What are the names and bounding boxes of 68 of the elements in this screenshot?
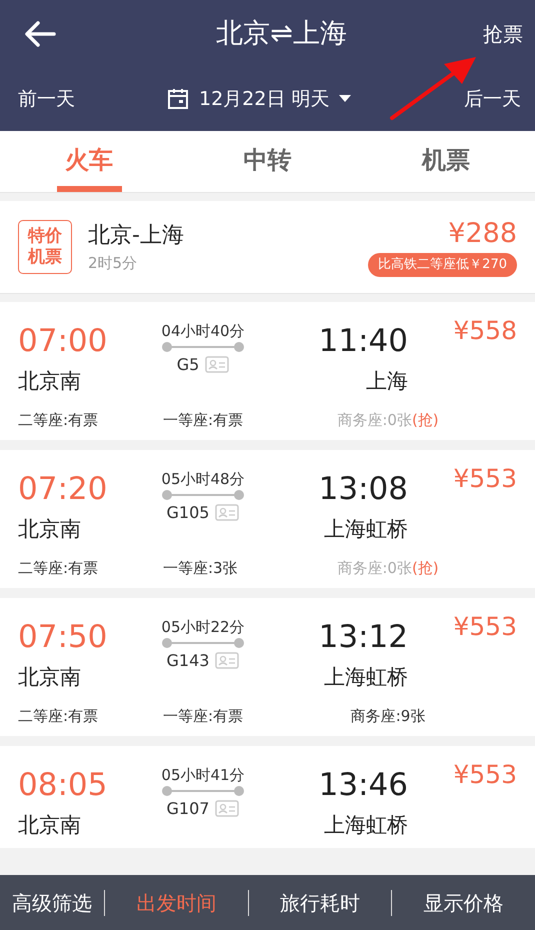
seat-availability: 商务座:0张 <box>337 558 412 578</box>
depart-station: 北京南 <box>18 368 82 394</box>
train-card[interactable]: 07:50 北京南 05小时22分 G143 13:12 上海虹桥 ¥553 二等座:有票 一等座:有票 商务座:9张 <box>0 598 535 736</box>
flight-route: 北京-上海 <box>88 222 184 250</box>
seat-availability: 二等座:有票 <box>18 411 98 429</box>
depart-station: 北京南 <box>18 812 82 838</box>
id-card-icon <box>215 800 240 817</box>
travel-duration: 04小时40分 <box>161 322 245 340</box>
arrive-station: 上海虹桥 <box>324 516 408 542</box>
train-number: G5 <box>176 355 200 374</box>
route-line-icon <box>161 785 245 797</box>
category-tab[interactable]: 中转 <box>178 131 357 192</box>
seat-availability: 商务座:0张 <box>337 410 412 430</box>
calendar-icon <box>167 88 189 110</box>
depart-station: 北京南 <box>18 516 82 542</box>
depart-time: 07:20 <box>18 470 108 508</box>
seat-availability: 二等座:有票 <box>18 707 98 725</box>
ticket-price: ¥553 <box>452 464 517 494</box>
saving-tag: 比高铁二等座低￥270 <box>368 253 517 277</box>
train-number: G105 <box>166 503 210 522</box>
arrive-time: 13:46 <box>318 766 408 804</box>
seat-availability: 一等座:3张 <box>163 559 238 577</box>
flight-offer-card[interactable]: 特价机票 北京-上海 2时5分 ¥288 比高铁二等座低￥270 <box>0 201 535 294</box>
arrive-station: 上海虹桥 <box>324 664 408 690</box>
id-card-icon <box>205 356 230 373</box>
ticket-price: ¥558 <box>452 316 517 346</box>
depart-time: 07:50 <box>18 618 108 656</box>
train-card[interactable]: 08:05 北京南 05小时41分 G107 13:46 上海虹桥 ¥553 <box>0 746 535 848</box>
dropdown-caret-icon <box>339 95 352 103</box>
depart-time: 08:05 <box>18 766 108 804</box>
travel-duration: 05小时48分 <box>161 470 245 488</box>
id-card-icon <box>215 504 240 521</box>
arrive-station: 上海虹桥 <box>324 812 408 838</box>
train-number: G107 <box>166 799 210 818</box>
sort-option[interactable]: 高级筛选 <box>0 888 104 918</box>
travel-duration: 05小时22分 <box>161 618 245 636</box>
category-tab[interactable]: 机票 <box>356 131 535 192</box>
arrive-time: 13:08 <box>318 470 408 508</box>
train-card[interactable]: 07:20 北京南 05小时48分 G105 13:08 上海虹桥 ¥553 二等座:有票 一等座:3张 商务座:0张(抢) <box>0 450 535 588</box>
route-line-icon <box>161 341 245 353</box>
id-card-icon <box>215 652 240 669</box>
seat-availability: 一等座:有票 <box>163 707 244 725</box>
back-arrow-icon[interactable] <box>24 21 56 47</box>
travel-duration: 05小时41分 <box>161 766 245 784</box>
ticket-price: ¥553 <box>452 760 517 790</box>
next-day-button[interactable]: 后一天 <box>464 84 521 114</box>
flight-price: ¥288 <box>448 217 517 252</box>
grab-ticket-button[interactable]: 抢票 <box>483 19 523 49</box>
special-flight-badge: 特价机票 <box>18 220 72 274</box>
depart-time: 07:00 <box>18 322 108 360</box>
train-number: G143 <box>166 651 210 670</box>
route-line-icon <box>161 489 245 501</box>
sort-option[interactable]: 显示价格 <box>392 888 535 918</box>
date-picker[interactable]: 12月22日 明天 <box>167 84 352 114</box>
seat-availability: 二等座:有票 <box>18 559 98 577</box>
arrive-time: 13:12 <box>318 618 408 656</box>
arrive-time: 11:40 <box>318 322 408 360</box>
sort-option[interactable]: 旅行耗时 <box>248 888 392 918</box>
route-line-icon <box>161 637 245 649</box>
seat-availability: 一等座:有票 <box>163 411 244 429</box>
route-title: 北京⇌上海 <box>215 16 348 51</box>
flight-duration: 2时5分 <box>88 253 138 274</box>
depart-station: 北京南 <box>18 664 82 690</box>
arrive-station: 上海 <box>366 368 408 394</box>
train-card[interactable]: 07:00 北京南 04小时40分 G5 11:40 上海 ¥558 二等座:有票 一等座:有票 商务座:0张(抢) <box>0 302 535 440</box>
previous-day-button[interactable]: 前一天 <box>18 84 75 114</box>
seat-availability: 商务座:9张 <box>350 706 426 726</box>
ticket-price: ¥553 <box>452 612 517 642</box>
